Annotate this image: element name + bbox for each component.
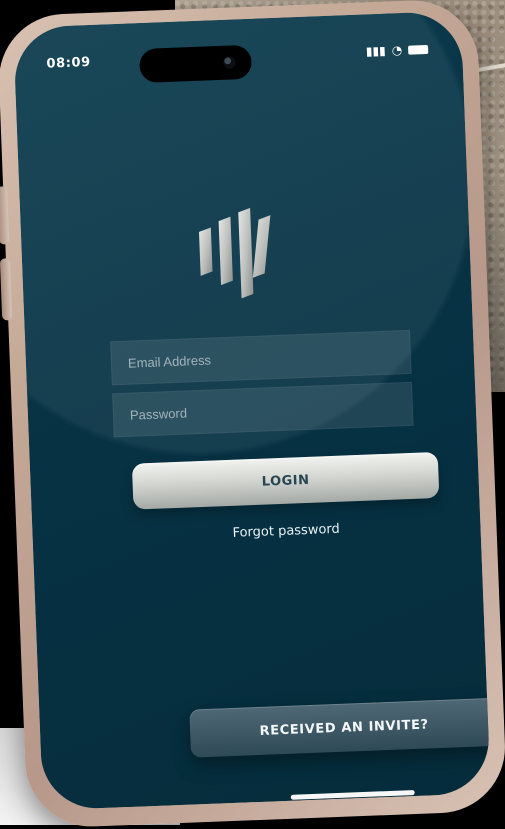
login-button[interactable]: LOGIN [131, 451, 440, 510]
email-field-container [110, 329, 412, 386]
received-invite-button-label: RECEIVED AN INVITE? [259, 716, 429, 739]
cellular-signal-icon: ▮▮▮ [365, 43, 386, 59]
forgot-password-link[interactable]: Forgot password [232, 522, 340, 541]
phone-screen: 08:09 ▮▮▮ ◔ Email Address LOGIN Forgot p… [13, 10, 491, 811]
wifi-icon: ◔ [391, 42, 403, 58]
status-icons: ▮▮▮ ◔ [366, 42, 429, 58]
front-camera-icon [223, 56, 236, 69]
status-bar: 08:09 ▮▮▮ ◔ [14, 33, 463, 90]
phone: 08:09 ▮▮▮ ◔ Email Address LOGIN Forgot p… [0, 0, 505, 829]
login-button-label: LOGIN [261, 472, 310, 490]
received-invite-button[interactable]: RECEIVED AN INVITE? [189, 697, 491, 758]
email-field[interactable] [125, 329, 411, 385]
status-time: 08:09 [46, 54, 92, 72]
dynamic-island [138, 44, 253, 84]
app-logo [198, 207, 271, 299]
password-field-container [112, 381, 414, 438]
password-field[interactable] [127, 381, 413, 437]
battery-icon [407, 44, 429, 55]
